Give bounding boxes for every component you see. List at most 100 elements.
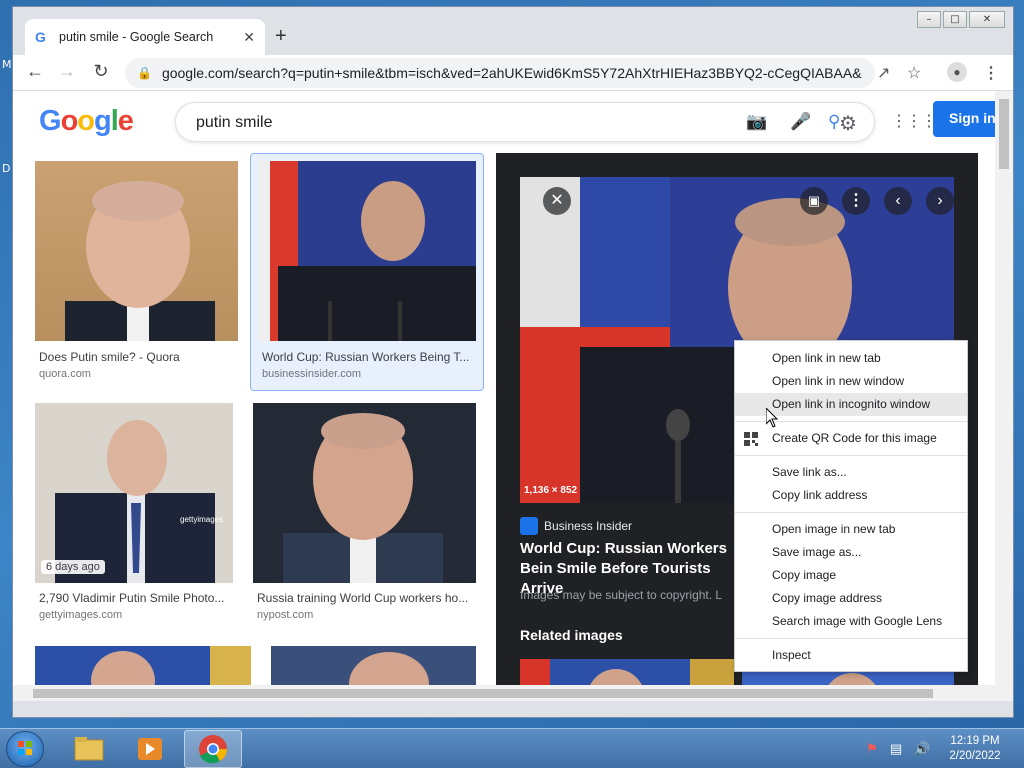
menu-item-save-image[interactable]: Save image as... (735, 541, 967, 564)
search-box[interactable]: putin smile 📷 🎤 ⚲ (175, 102, 875, 142)
result-source[interactable]: businessinsider.com (262, 368, 361, 380)
desktop-icon-label[interactable]: D (2, 162, 10, 175)
tab-title: putin smile - Google Search (59, 30, 214, 44)
menu-item-label: Create QR Code for this image (772, 431, 937, 445)
logo-letter: o (77, 105, 95, 137)
volume-icon[interactable]: 🔊 (914, 741, 930, 757)
maximize-button[interactable]: □ (943, 11, 967, 28)
action-center-flag-icon[interactable]: ⚑ (866, 741, 878, 757)
chrome-taskbar-button[interactable] (184, 730, 242, 768)
apps-grid-icon[interactable]: ⋮⋮⋮ (891, 111, 937, 131)
profile-avatar-icon[interactable]: ● (947, 62, 967, 82)
related-images-heading: Related images (520, 627, 623, 643)
chrome-icon (199, 735, 227, 764)
browser-tab[interactable]: G putin smile - Google Search ✕ (25, 19, 265, 55)
close-window-button[interactable]: ✕ (969, 11, 1005, 28)
menu-separator (735, 512, 967, 513)
portrait-image (55, 420, 215, 583)
portrait-image (258, 161, 476, 341)
context-menu: Open link in new tab Open link in new wi… (734, 340, 968, 672)
address-bar[interactable]: 🔒 google.com/search?q=putin+smile&tbm=is… (125, 58, 875, 88)
image-dimensions: 1,136 × 852 (524, 485, 578, 496)
menu-item-save-link[interactable]: Save link as... (735, 461, 967, 484)
mouse-cursor-icon (766, 408, 778, 428)
back-arrow-icon[interactable]: ← (23, 61, 47, 82)
new-tab-button[interactable]: + (275, 25, 287, 48)
window-controls: – □ ✕ (917, 11, 1005, 28)
result-image[interactable] (253, 403, 476, 583)
close-preview-icon[interactable]: ✕ (543, 187, 571, 215)
taskbar: ⚑ ▤ 🔊 12:19 PM 2/20/2022 (0, 728, 1024, 768)
search-query[interactable]: putin smile (196, 114, 272, 132)
minimize-button[interactable]: – (917, 11, 941, 28)
qr-code-icon (744, 432, 758, 446)
menu-item-open-new-window[interactable]: Open link in new window (735, 370, 967, 393)
vertical-scrollbar[interactable] (995, 91, 1013, 701)
folder-icon (74, 737, 104, 761)
desktop-icon-label[interactable]: M (2, 58, 12, 71)
scrollbar-thumb[interactable] (33, 689, 933, 698)
clock-time: 12:19 PM (950, 735, 1000, 747)
close-tab-icon[interactable]: ✕ (243, 29, 255, 46)
copyright-notice: Images may be subject to copyright. L (520, 588, 723, 602)
menu-item-create-qr[interactable]: Create QR Code for this image (735, 427, 967, 450)
browser-menu-icon[interactable]: ⋮ (983, 63, 999, 83)
menu-item-search-lens[interactable]: Search image with Google Lens (735, 610, 967, 633)
reload-icon[interactable]: ↻ (89, 61, 113, 82)
google-favicon-icon: G (35, 29, 46, 45)
explorer-taskbar-button[interactable] (60, 730, 118, 768)
media-player-taskbar-button[interactable] (122, 730, 180, 768)
result-caption[interactable]: Does Putin smile? - Quora (39, 350, 239, 364)
next-arrow-icon[interactable]: › (926, 187, 954, 215)
watermark-text: gettyimages (180, 515, 224, 524)
menu-item-copy-image[interactable]: Copy image (735, 564, 967, 587)
logo-letter: l (110, 105, 119, 137)
menu-item-inspect[interactable]: Inspect (735, 644, 967, 667)
menu-item-copy-image-address[interactable]: Copy image address (735, 587, 967, 610)
result-caption[interactable]: 2,790 Vladimir Putin Smile Photo... (39, 591, 235, 605)
media-player-icon (138, 738, 162, 760)
result-source[interactable]: nypost.com (257, 609, 313, 621)
microphone-icon[interactable]: 🎤 (790, 112, 811, 132)
result-image[interactable]: 6 days ago gettyimages (35, 403, 233, 583)
result-image[interactable] (35, 161, 238, 341)
result-caption[interactable]: Russia training World Cup workers ho... (257, 591, 477, 605)
network-icon[interactable]: ▤ (890, 741, 902, 757)
url-text: google.com/search?q=putin+smile&tbm=isch… (161, 65, 862, 81)
logo-letter: g (94, 105, 112, 137)
lock-icon[interactable]: 🔒 (137, 66, 152, 80)
scrollbar-thumb[interactable] (999, 99, 1009, 169)
more-options-icon[interactable]: ⋮ (842, 187, 870, 215)
result-image[interactable] (271, 646, 476, 686)
preview-source[interactable]: Business Insider (520, 517, 632, 535)
lens-search-icon[interactable]: ▣ (800, 187, 828, 215)
logo-letter: e (117, 105, 134, 137)
bookmark-star-icon[interactable]: ☆ (907, 63, 921, 83)
logo-letter: G (39, 105, 62, 137)
logo-letter: o (60, 105, 79, 137)
portrait-image (283, 413, 443, 583)
result-source[interactable]: gettyimages.com (39, 609, 122, 621)
forward-arrow-icon[interactable]: → (55, 61, 79, 82)
portrait-image (91, 646, 251, 686)
menu-item-open-image-tab[interactable]: Open image in new tab (735, 518, 967, 541)
settings-gear-icon[interactable]: ⚙ (839, 111, 857, 136)
system-clock[interactable]: 12:19 PM 2/20/2022 (940, 734, 1010, 764)
portrait-image (349, 652, 429, 686)
portrait-image (65, 181, 215, 341)
source-favicon-icon (520, 517, 538, 535)
start-button[interactable] (6, 731, 44, 767)
menu-item-open-new-tab[interactable]: Open link in new tab (735, 347, 967, 370)
horizontal-scrollbar[interactable] (13, 685, 995, 701)
source-name: Business Insider (544, 519, 633, 533)
result-image[interactable] (35, 646, 251, 686)
previous-arrow-icon[interactable]: ‹ (884, 187, 912, 215)
result-image[interactable] (258, 161, 476, 341)
google-logo[interactable]: Google (39, 105, 134, 138)
camera-icon[interactable]: 📷 (746, 112, 767, 132)
menu-item-copy-link[interactable]: Copy link address (735, 484, 967, 507)
share-icon[interactable]: ↗ (877, 63, 890, 83)
clock-date: 2/20/2022 (949, 750, 1001, 762)
result-source[interactable]: quora.com (39, 368, 91, 380)
result-caption[interactable]: World Cup: Russian Workers Being T... (262, 350, 474, 364)
